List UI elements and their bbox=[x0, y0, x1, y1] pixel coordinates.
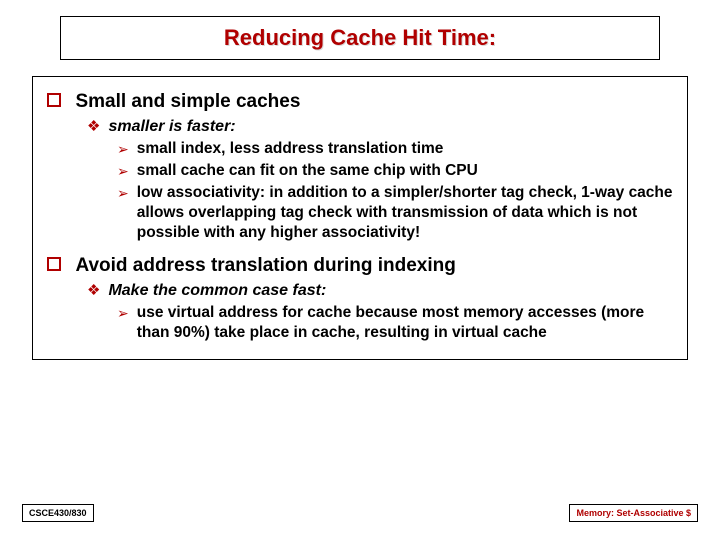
list-item: ➢ small index, less address translation … bbox=[117, 139, 673, 159]
arrow-bullet-icon: ➢ bbox=[117, 139, 129, 159]
square-bullet-icon bbox=[47, 257, 61, 271]
arrow-bullet-icon: ➢ bbox=[117, 303, 129, 323]
heading-text: Small and simple caches bbox=[75, 91, 300, 112]
section-heading-1: Small and simple caches bbox=[47, 91, 673, 113]
diamond-bullet-icon: ❖ bbox=[87, 281, 100, 301]
footer-topic: Memory: Set-Associative $ bbox=[569, 504, 698, 522]
sub-items-list: ➢ use virtual address for cache because … bbox=[87, 303, 673, 343]
item-text: small index, less address translation ti… bbox=[137, 139, 444, 159]
sub-items-list: ➢ small index, less address translation … bbox=[87, 139, 673, 243]
heading-text: Avoid address translation during indexin… bbox=[75, 255, 455, 276]
section-1-body: ❖ smaller is faster: ➢ small index, less… bbox=[47, 117, 673, 243]
sub-text: Make the common case fast: bbox=[108, 281, 326, 301]
sub-item: ❖ Make the common case fast: bbox=[87, 281, 673, 301]
item-text: use virtual address for cache because mo… bbox=[137, 303, 673, 343]
arrow-bullet-icon: ➢ bbox=[117, 161, 129, 181]
square-bullet-icon bbox=[47, 93, 61, 107]
item-text: low associativity: in addition to a simp… bbox=[137, 183, 673, 243]
footer-course-code: CSCE430/830 bbox=[22, 504, 94, 522]
sub-item: ❖ smaller is faster: bbox=[87, 117, 673, 137]
list-item: ➢ small cache can fit on the same chip w… bbox=[117, 161, 673, 181]
title-box: Reducing Cache Hit Time: bbox=[60, 16, 660, 60]
section-2-body: ❖ Make the common case fast: ➢ use virtu… bbox=[47, 281, 673, 343]
diamond-bullet-icon: ❖ bbox=[87, 117, 100, 137]
list-item: ➢ use virtual address for cache because … bbox=[117, 303, 673, 343]
slide-title: Reducing Cache Hit Time: bbox=[224, 25, 496, 50]
content-box: Small and simple caches ❖ smaller is fas… bbox=[32, 76, 688, 360]
section-heading-2: Avoid address translation during indexin… bbox=[47, 255, 673, 277]
list-item: ➢ low associativity: in addition to a si… bbox=[117, 183, 673, 243]
arrow-bullet-icon: ➢ bbox=[117, 183, 129, 203]
item-text: small cache can fit on the same chip wit… bbox=[137, 161, 478, 181]
sub-text: smaller is faster: bbox=[108, 117, 235, 137]
